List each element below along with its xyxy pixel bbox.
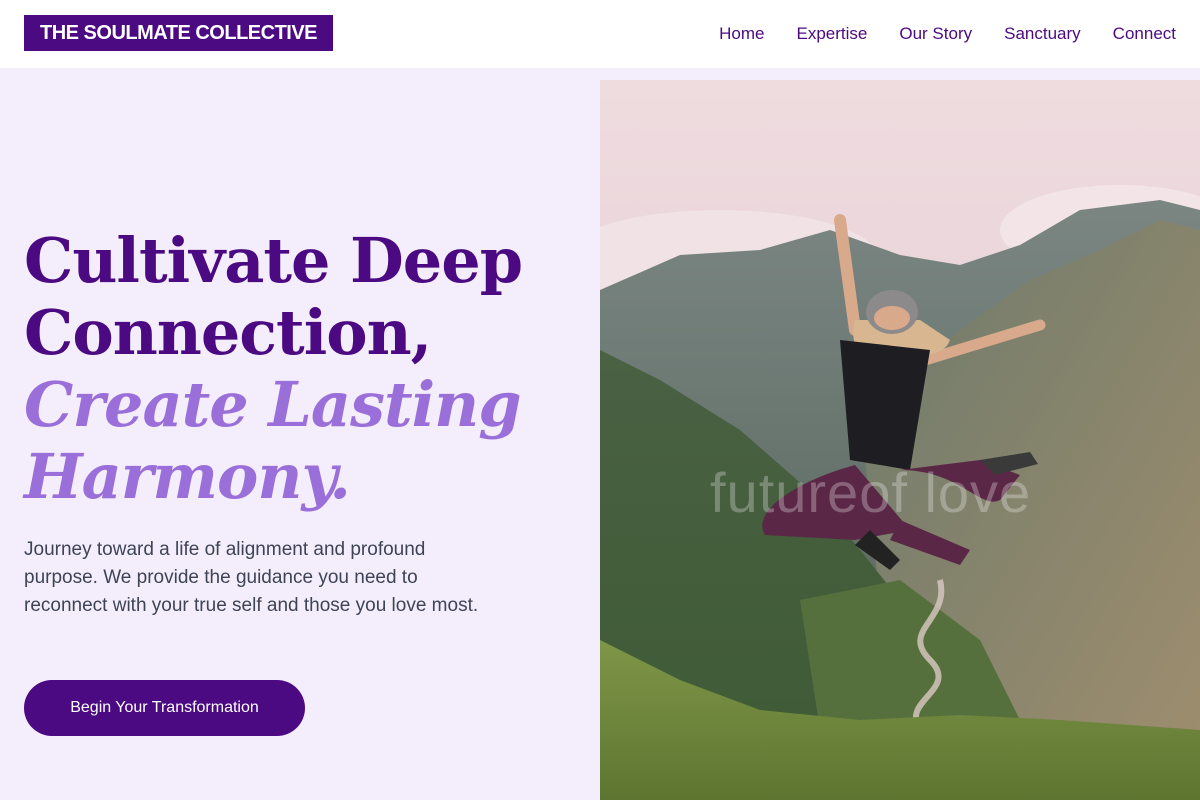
mountain-jump-photo xyxy=(600,80,1200,800)
hero-subtext: Journey toward a life of alignment and p… xyxy=(24,539,479,616)
begin-transformation-button[interactable]: Begin Your Transformation xyxy=(24,680,305,736)
headline-line: Connection, xyxy=(24,296,432,369)
nav-item-sanctuary[interactable]: Sanctuary xyxy=(1004,24,1081,44)
nav-item-expertise[interactable]: Expertise xyxy=(797,24,868,44)
site-header: THE SOULMATE COLLECTIVE Home Expertise O… xyxy=(0,0,1200,68)
hero-photo: futureof love xyxy=(600,80,1200,800)
headline-accent-line: Harmony. xyxy=(24,440,351,513)
headline-line: Cultivate Deep xyxy=(24,224,523,297)
brand-logo[interactable]: THE SOULMATE COLLECTIVE xyxy=(24,15,334,51)
nav-item-home[interactable]: Home xyxy=(719,24,764,44)
nav-item-connect[interactable]: Connect xyxy=(1113,24,1176,44)
hero-headline: Cultivate Deep Connection, Create Lastin… xyxy=(24,225,584,513)
main-nav: Home Expertise Our Story Sanctuary Conne… xyxy=(687,24,1176,44)
hero-text: Cultivate Deep Connection, Create Lastin… xyxy=(24,225,584,513)
headline-accent-line: Create Lasting xyxy=(24,368,522,441)
nav-item-our-story[interactable]: Our Story xyxy=(899,24,972,44)
